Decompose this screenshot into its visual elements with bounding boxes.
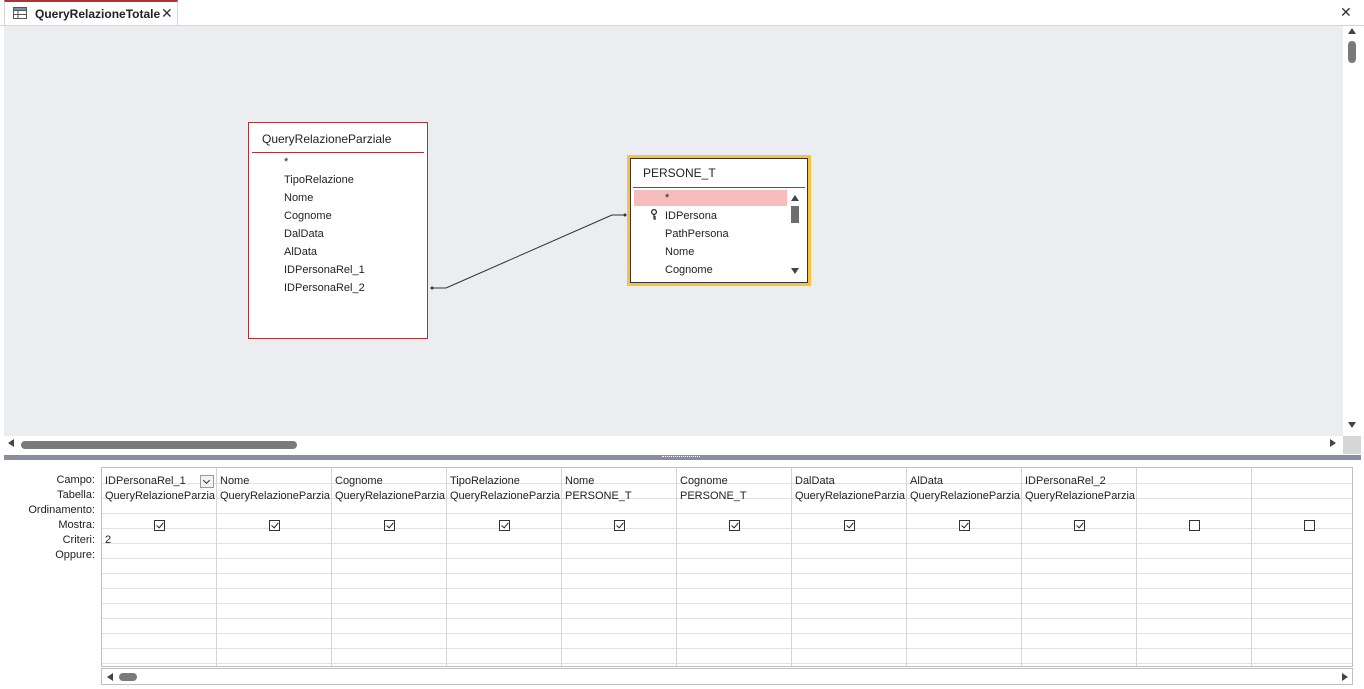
scroll-down-icon[interactable] <box>1348 422 1356 428</box>
campo-cell[interactable]: IDPersonaRel_1 <box>105 475 215 487</box>
scroll-up-icon[interactable] <box>1348 28 1356 34</box>
scroll-right-icon[interactable] <box>1342 673 1348 681</box>
scroll-thumb[interactable] <box>21 441 297 449</box>
mostra-checkbox[interactable] <box>499 520 510 531</box>
selected-field-row <box>634 190 787 206</box>
field-item[interactable]: IDPersonaRel_2 <box>284 282 365 294</box>
grid-column[interactable]: Nome PERSONE_T <box>562 468 677 666</box>
tabella-cell[interactable]: QueryRelazioneParziale <box>910 490 1020 502</box>
field-item[interactable]: DalData <box>284 228 324 240</box>
tabella-cell[interactable]: PERSONE_T <box>565 490 675 502</box>
field-list-query-relazione-parziale[interactable]: QueryRelazioneParziale * TipoRelazione N… <box>248 122 428 339</box>
tabella-cell[interactable]: QueryRelazioneParziale <box>795 490 905 502</box>
grid-column[interactable]: Cognome PERSONE_T <box>677 468 792 666</box>
mostra-checkbox[interactable] <box>1074 520 1085 531</box>
tabella-cell[interactable]: QueryRelazioneParziale <box>335 490 445 502</box>
tabella-cell[interactable]: QueryRelazioneParziale <box>220 490 330 502</box>
field-item[interactable]: Nome <box>284 192 313 204</box>
campo-cell[interactable]: DalData <box>795 475 905 487</box>
tabella-cell[interactable]: QueryRelazioneParziale <box>450 490 560 502</box>
field-item[interactable]: Cognome <box>665 264 713 276</box>
document-tab-bar: QueryRelazioneTotale ✕ ✕ <box>0 0 1364 26</box>
canvas-horizontal-scrollbar[interactable] <box>4 436 1343 454</box>
grid-horizontal-scrollbar[interactable] <box>101 668 1353 685</box>
window-close-icon[interactable]: ✕ <box>1340 4 1352 21</box>
mostra-checkbox[interactable] <box>844 520 855 531</box>
field-item[interactable]: * <box>284 156 288 168</box>
scroll-left-icon[interactable] <box>8 439 14 447</box>
campo-cell[interactable]: Nome <box>220 475 330 487</box>
campo-cell[interactable]: IDPersonaRel_2 <box>1025 475 1135 487</box>
grid-column[interactable]: AlData QueryRelazioneParziale <box>907 468 1022 666</box>
grid-column[interactable]: TipoRelazione QueryRelazioneParziale <box>447 468 562 666</box>
field-item[interactable]: Cognome <box>284 210 332 222</box>
scroll-down-icon[interactable] <box>791 268 799 274</box>
splitter-grip[interactable] <box>662 456 700 459</box>
tab-query-relazione-totale[interactable]: QueryRelazioneTotale ✕ <box>4 0 178 25</box>
row-label-campo: Campo: <box>56 474 95 486</box>
grid-column[interactable]: DalData QueryRelazioneParziale <box>792 468 907 666</box>
row-label-tabella: Tabella: <box>57 489 95 501</box>
tabella-cell[interactable]: QueryRelazioneParziale <box>105 490 215 502</box>
grid-column[interactable]: IDPersonaRel_2 QueryRelazioneParziale <box>1022 468 1137 666</box>
scroll-left-icon[interactable] <box>107 673 113 681</box>
mostra-checkbox[interactable] <box>269 520 280 531</box>
field-item[interactable]: IDPersona <box>665 210 717 222</box>
campo-cell[interactable]: Cognome <box>680 475 790 487</box>
field-item[interactable]: * <box>665 192 669 204</box>
canvas-vertical-scrollbar[interactable] <box>1343 26 1361 436</box>
field-item[interactable]: PathPersona <box>665 228 729 240</box>
tab-close-icon[interactable]: ✕ <box>161 5 173 22</box>
row-label-oppure: Oppure: <box>55 549 95 561</box>
tab-label: QueryRelazioneTotale <box>35 7 161 21</box>
field-list-title: QueryRelazioneParziale <box>262 132 392 146</box>
mostra-checkbox[interactable] <box>1189 520 1200 531</box>
primary-key-icon <box>651 209 657 220</box>
scrollbar-corner <box>1343 436 1361 454</box>
field-list-title: PERSONE_T <box>643 166 716 180</box>
field-item[interactable]: Nome <box>665 246 694 258</box>
query-design-grid[interactable]: IDPersonaRel_1 QueryRelazioneParziale 2 … <box>101 467 1353 667</box>
scroll-thumb[interactable] <box>119 673 137 681</box>
grid-column[interactable]: Nome QueryRelazioneParziale <box>217 468 332 666</box>
query-icon <box>13 7 27 19</box>
field-item[interactable]: TipoRelazione <box>284 174 354 186</box>
scroll-thumb[interactable] <box>1348 41 1356 63</box>
campo-cell[interactable]: AlData <box>910 475 1020 487</box>
row-label-ordinamento: Ordinamento: <box>28 504 95 516</box>
field-list-persone-t[interactable]: PERSONE_T * IDPersona PathPersona Nome C… <box>627 155 811 286</box>
mostra-checkbox[interactable] <box>1304 520 1315 531</box>
tabella-cell[interactable]: QueryRelazioneParziale <box>1025 490 1135 502</box>
mostra-checkbox[interactable] <box>959 520 970 531</box>
scroll-up-icon[interactable] <box>791 195 799 201</box>
scroll-thumb[interactable] <box>791 206 799 223</box>
criteri-cell[interactable]: 2 <box>105 534 215 546</box>
row-label-mostra: Mostra: <box>58 519 95 531</box>
grid-column[interactable] <box>1137 468 1252 666</box>
mostra-checkbox[interactable] <box>384 520 395 531</box>
mostra-checkbox[interactable] <box>729 520 740 531</box>
grid-column[interactable]: Cognome QueryRelazioneParziale <box>332 468 447 666</box>
campo-cell[interactable]: Cognome <box>335 475 445 487</box>
grid-column[interactable]: IDPersonaRel_1 QueryRelazioneParziale 2 <box>102 468 217 666</box>
campo-cell[interactable]: TipoRelazione <box>450 475 560 487</box>
field-item[interactable]: IDPersonaRel_1 <box>284 264 365 276</box>
mostra-checkbox[interactable] <box>614 520 625 531</box>
row-label-criteri: Criteri: <box>62 534 95 546</box>
campo-cell[interactable]: Nome <box>565 475 675 487</box>
grid-column[interactable] <box>1252 468 1352 666</box>
field-item[interactable]: AlData <box>284 246 317 258</box>
field-list-scrollbar[interactable] <box>788 190 802 278</box>
chevron-down-icon[interactable] <box>200 475 214 488</box>
tabella-cell[interactable]: PERSONE_T <box>680 490 790 502</box>
mostra-checkbox[interactable] <box>154 520 165 531</box>
scroll-right-icon[interactable] <box>1330 439 1336 447</box>
